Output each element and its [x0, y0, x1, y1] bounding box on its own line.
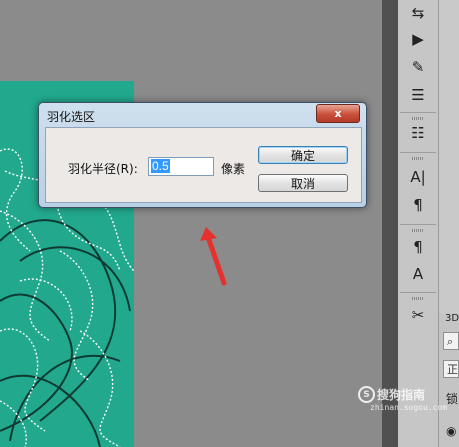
dock-separator [400, 224, 436, 225]
side-mode-field[interactable]: 正 [443, 360, 459, 378]
panel-icon-dock: ⇆ ▶ ✎ ☰ ☷ A| ¶ ¶ A ✂ [398, 0, 439, 447]
cancel-button[interactable]: 取消 [258, 174, 348, 192]
feather-selection-dialog: 羽化选区 x 羽化半径(R): 0.5 像素 确定 取消 [38, 102, 367, 208]
paragraph-icon[interactable]: ¶ [405, 194, 431, 216]
feather-radius-label: 羽化半径(R): [68, 162, 138, 176]
watermark-brand: 搜狗指南 [377, 388, 426, 402]
watermark: S 搜狗指南 zhinan.sogou.com [358, 386, 448, 412]
feather-radius-input[interactable]: 0.5 [148, 157, 214, 176]
history-brush-icon[interactable]: ⇆ [405, 2, 431, 24]
ok-button[interactable]: 确定 [258, 146, 348, 164]
character-styles-icon[interactable]: A [405, 263, 431, 285]
dock-grip[interactable] [412, 117, 424, 120]
visibility-eye-icon[interactable]: ◉ [446, 424, 456, 438]
red-arrow-annotation [200, 227, 227, 286]
close-button[interactable]: x [316, 104, 360, 123]
dock-separator [400, 152, 436, 153]
lock-label: 锁 [446, 392, 459, 406]
dock-grip[interactable] [412, 229, 424, 232]
play-action-icon[interactable]: ▶ [405, 28, 431, 50]
brush-presets-icon[interactable]: ✎ [405, 56, 431, 78]
paragraph-styles-icon[interactable]: ¶ [405, 236, 431, 258]
character-icon[interactable]: A| [405, 166, 431, 188]
adjustments-icon[interactable]: ☰ [405, 84, 431, 106]
dock-separator [400, 292, 436, 293]
side-search-field[interactable]: ⌕ [443, 332, 459, 350]
dock-grip[interactable] [412, 297, 424, 300]
dialog-title: 羽化选区 [47, 110, 96, 124]
dock-grip[interactable] [412, 157, 424, 160]
panel-tab-3d[interactable]: 3D [445, 313, 459, 324]
dock-separator [400, 112, 436, 113]
pixel-unit-label: 像素 [221, 162, 246, 176]
dialog-body: 羽化半径(R): 0.5 像素 确定 取消 [45, 127, 362, 203]
tool-presets-icon[interactable]: ✂ [405, 304, 431, 326]
panel-divider [382, 0, 398, 447]
feather-radius-value: 0.5 [151, 159, 170, 173]
watermark-url: zhinan.sogou.com [370, 403, 448, 412]
sogou-logo-icon: S [358, 386, 375, 403]
layer-comps-icon[interactable]: ☷ [405, 122, 431, 144]
